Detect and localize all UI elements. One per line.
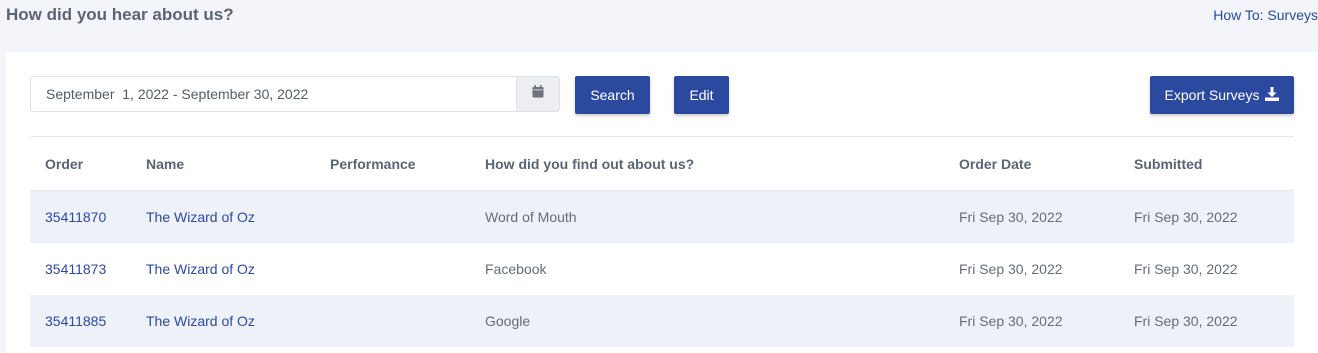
column-header-name[interactable]: Name [131, 137, 315, 191]
date-range-picker[interactable] [30, 76, 560, 112]
column-header-source[interactable]: How did you find out about us? [470, 137, 944, 191]
name-link[interactable]: The Wizard of Oz [131, 243, 315, 295]
edit-button[interactable]: Edit [674, 76, 729, 114]
performance-cell [315, 190, 470, 243]
order-link[interactable]: 35411885 [30, 295, 131, 347]
order-link[interactable]: 35411873 [30, 243, 131, 295]
order-link[interactable]: 35411870 [30, 190, 131, 243]
howto-surveys-link[interactable]: How To: Surveys [1213, 6, 1318, 24]
calendar-icon [532, 85, 544, 103]
name-link[interactable]: The Wizard of Oz [131, 295, 315, 347]
download-icon [1265, 86, 1280, 104]
column-header-order[interactable]: Order [30, 137, 131, 191]
calendar-button[interactable] [516, 77, 559, 111]
column-header-submitted[interactable]: Submitted [1119, 137, 1294, 191]
submitted-cell: Fri Sep 30, 2022 [1134, 261, 1238, 277]
order-date-cell: Fri Sep 30, 2022 [944, 190, 1119, 243]
table-row: 35411885 The Wizard of Oz Google Fri Sep… [30, 295, 1294, 347]
table-row: 35411870 The Wizard of Oz Word of Mouth … [30, 190, 1294, 243]
survey-table: Order Name Performance How did you find … [30, 137, 1294, 347]
name-link[interactable]: The Wizard of Oz [131, 190, 315, 243]
source-cell: Facebook [485, 261, 547, 277]
order-date-cell: Fri Sep 30, 2022 [959, 261, 1063, 277]
submitted-cell: Fri Sep 30, 2022 [1119, 295, 1294, 347]
column-header-performance[interactable]: Performance [315, 137, 470, 191]
table-row: 35411873 The Wizard of Oz Facebook Fri S… [30, 243, 1294, 295]
column-header-order-date[interactable]: Order Date [944, 137, 1119, 191]
submitted-cell: Fri Sep 30, 2022 [1119, 190, 1294, 243]
export-surveys-label: Export Surveys [1164, 87, 1260, 103]
order-date-cell: Fri Sep 30, 2022 [944, 295, 1119, 347]
performance-cell [315, 243, 470, 295]
source-cell: Word of Mouth [470, 190, 944, 243]
export-surveys-button[interactable]: Export Surveys [1150, 76, 1294, 114]
table-header-row: Order Name Performance How did you find … [30, 137, 1294, 191]
survey-panel: Search Edit Export Surveys Order Name Pe… [6, 52, 1318, 353]
date-range-input[interactable] [31, 77, 516, 111]
performance-cell [315, 295, 470, 347]
search-button[interactable]: Search [575, 76, 650, 114]
page-title: How did you hear about us? [6, 5, 234, 24]
source-cell: Google [470, 295, 944, 347]
